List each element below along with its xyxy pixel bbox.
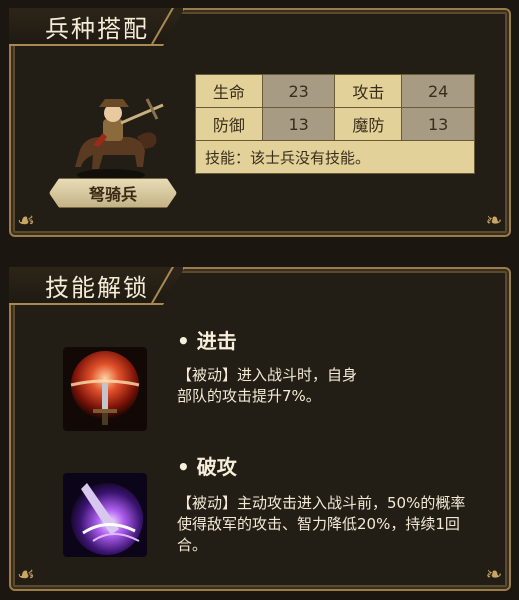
stat-label-attack: 攻击 bbox=[334, 74, 403, 108]
stat-value-defense: 13 bbox=[261, 107, 336, 141]
skill-2-desc-line: 【被动】主动攻击进入战斗前，50%的概率 bbox=[177, 494, 466, 512]
skill-1-desc-line: 【被动】进入战斗时，自身 bbox=[177, 366, 358, 384]
unit-panel-title: 兵种搭配 bbox=[45, 14, 149, 43]
skill-2-desc-line: 使得敌军的攻击、智力降低20%，持续1回 bbox=[177, 515, 460, 533]
skill-2-name: • 破攻 bbox=[177, 455, 237, 479]
ornament-icon: ☙ bbox=[17, 562, 35, 586]
stat-value-attack: 24 bbox=[401, 74, 475, 108]
sword-red-orb-icon[interactable] bbox=[63, 347, 147, 431]
skill-unlock-panel: 技能解锁 ❧ ☙ • 进击 【被动】进入战斗时，自身 部队的攻击提升7%。 • … bbox=[9, 267, 511, 591]
table-row: 生命 23 攻击 24 bbox=[195, 74, 475, 108]
skill-2-description: 【被动】主动攻击进入战斗前，50%的概率 使得敌军的攻击、智力降低20%，持续1… bbox=[177, 493, 465, 556]
skill-1-name: • 进击 bbox=[177, 329, 237, 353]
unit-panel-title-tab: 兵种搭配 bbox=[9, 8, 185, 46]
crossbow-cavalry-icon bbox=[75, 98, 164, 181]
ornament-icon: ☙ bbox=[17, 208, 35, 232]
stat-label-hp: 生命 bbox=[195, 74, 263, 108]
stat-label-defense: 防御 bbox=[195, 107, 263, 141]
skill-1-description: 【被动】进入战斗时，自身 部队的攻击提升7%。 bbox=[177, 365, 357, 407]
stats-table: 生命 23 攻击 24 防御 13 魔防 13 技能：该士兵没有技能。 bbox=[195, 74, 475, 174]
skill-note: 技能：该士兵没有技能。 bbox=[195, 140, 475, 174]
unit-panel: 兵种搭配 ❧ ☙ 弩骑兵 生命 23 攻击 24 防御 13 魔防 13 技能：… bbox=[9, 8, 511, 237]
ornament-icon: ❧ bbox=[485, 562, 503, 586]
table-row: 技能：该士兵没有技能。 bbox=[195, 140, 475, 174]
skill-1-desc-line: 部队的攻击提升7%。 bbox=[177, 387, 321, 405]
unit-name-ribbon: 弩骑兵 bbox=[49, 178, 177, 208]
stat-value-magic-defense: 13 bbox=[401, 107, 475, 141]
table-row: 防御 13 魔防 13 bbox=[195, 107, 475, 141]
ornament-icon: ❧ bbox=[485, 208, 503, 232]
purple-slash-icon[interactable] bbox=[63, 473, 147, 557]
stat-value-hp: 23 bbox=[261, 74, 336, 108]
skill-2-desc-line: 合。 bbox=[177, 536, 208, 554]
unit-name: 弩骑兵 bbox=[88, 185, 137, 204]
skill-panel-title: 技能解锁 bbox=[45, 273, 149, 302]
skill-panel-title-tab: 技能解锁 bbox=[9, 267, 185, 305]
stat-label-magic-defense: 魔防 bbox=[334, 107, 403, 141]
